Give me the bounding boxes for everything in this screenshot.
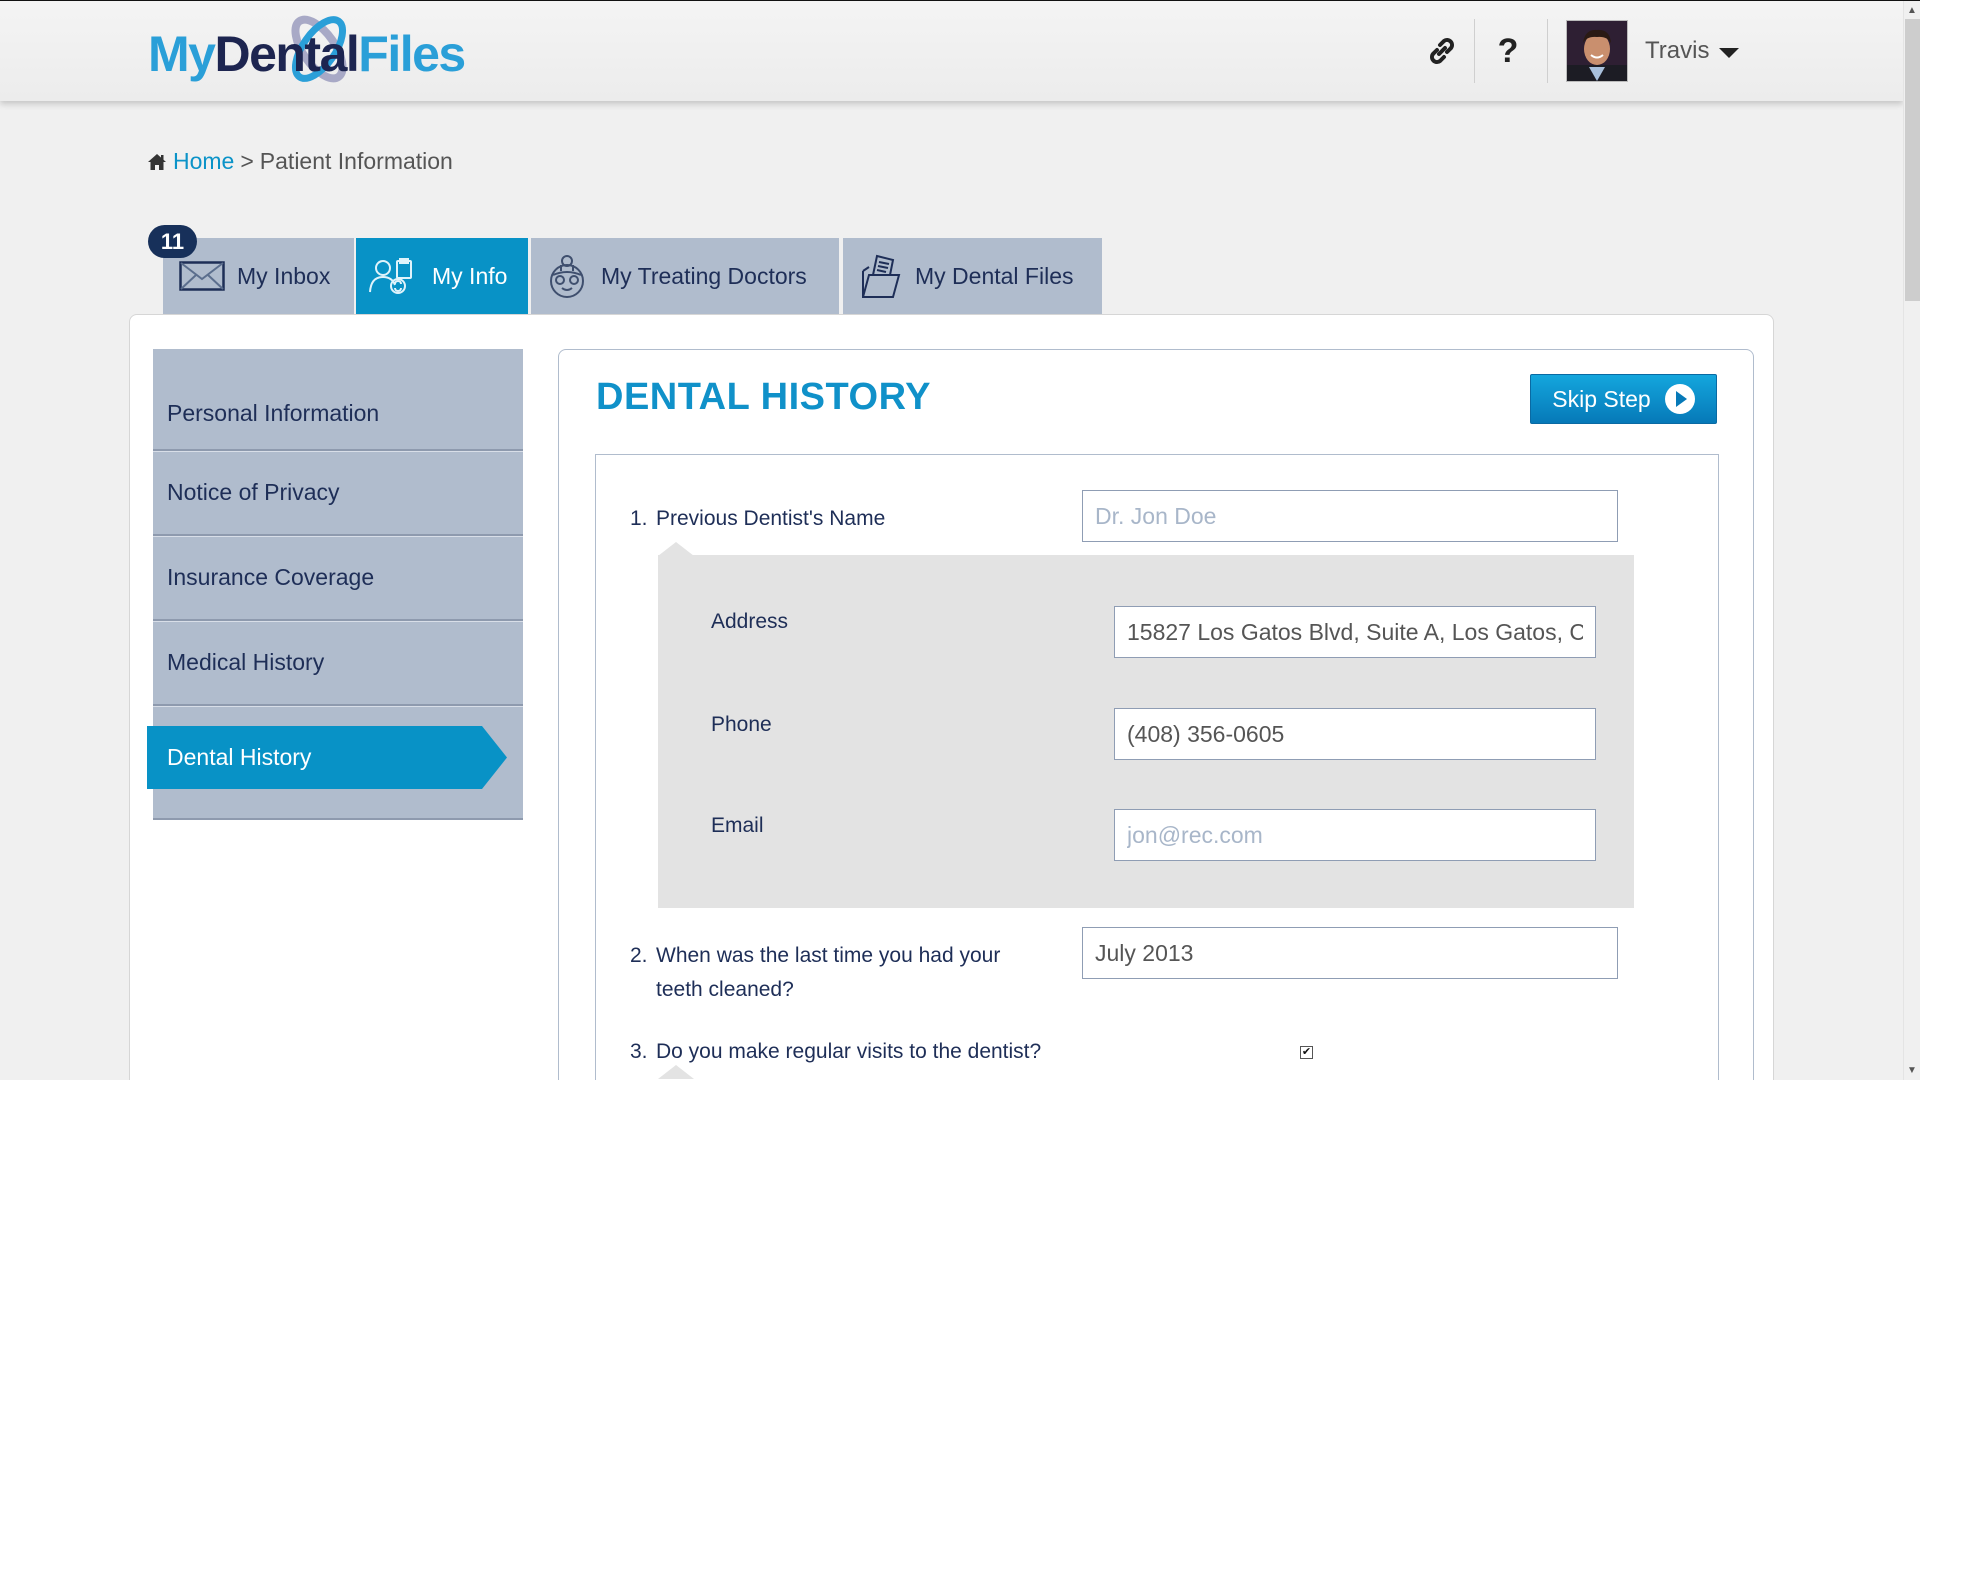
user-info-icon — [369, 258, 412, 294]
logo-text: MyDentalFiles — [148, 25, 466, 83]
tab-my-dental-files[interactable]: My Dental Files — [843, 238, 1102, 314]
breadcrumb: Home > Patient Information — [147, 148, 453, 175]
link-icon — [1430, 38, 1454, 64]
sidebar-item-label: Medical History — [167, 649, 325, 675]
email-input[interactable] — [1114, 809, 1596, 861]
sidebar-item-label: Insurance Coverage — [167, 564, 375, 590]
tab-label: My Dental Files — [915, 262, 1074, 289]
header-divider — [1474, 19, 1475, 83]
question-1-label: 1. Previous Dentist's Name — [630, 502, 885, 536]
help-icon: ? — [1497, 31, 1519, 70]
sidebar-item-label: Personal Information — [167, 399, 380, 426]
page-title: DENTAL HISTORY — [596, 376, 931, 418]
phone-input[interactable] — [1114, 708, 1596, 760]
inbox-count-badge: 11 — [148, 225, 197, 258]
question-3-label: 3. Do you make regular visits to the dent… — [630, 1035, 1041, 1069]
link-button[interactable] — [1422, 31, 1462, 71]
dropdown-caret-icon[interactable] — [1719, 48, 1739, 58]
sidebar-item-label: Dental History — [167, 744, 312, 770]
question-number: 3. — [630, 1040, 648, 1063]
scroll-up-icon[interactable]: ▲ — [1904, 3, 1920, 19]
sidebar-item-notice-of-privacy[interactable]: Notice of Privacy — [153, 451, 523, 536]
envelope-icon — [179, 261, 225, 291]
user-name[interactable]: Travis — [1645, 37, 1709, 65]
sidebar-item-personal-information[interactable]: Personal Information — [153, 349, 523, 451]
address-label: Address — [711, 610, 789, 633]
callout-notch — [658, 542, 694, 556]
tab-label: My Treating Doctors — [601, 262, 807, 289]
question-text: When was the last time you had your — [656, 944, 1001, 967]
browser-viewport: MyDentalFiles ? Travis Home > Patient In… — [0, 0, 1920, 1080]
dental-history-card: DENTAL HISTORY Skip Step 1. Previous Dent… — [558, 349, 1754, 1080]
callout-notch — [658, 1065, 694, 1079]
address-input[interactable] — [1114, 606, 1596, 658]
question-text-line2: teeth cleaned? — [656, 978, 794, 1001]
tab-my-treating-doctors[interactable]: My Treating Doctors — [531, 238, 839, 314]
sidebar: Personal Information Notice of Privacy I… — [147, 349, 523, 820]
tab-label: My Inbox — [237, 262, 331, 289]
doctor-icon — [550, 255, 584, 298]
logo-part-my: My — [148, 26, 216, 82]
logo-part-files: Files — [358, 26, 466, 82]
breadcrumb-separator: > — [240, 148, 254, 174]
question-text: Do you make regular visits to the dentis… — [656, 1040, 1042, 1063]
vertical-scrollbar[interactable]: ▲ ▼ — [1903, 1, 1920, 1080]
play-arrow-icon — [1664, 384, 1695, 414]
sidebar-item-medical-history[interactable]: Medical History — [153, 621, 523, 706]
header-divider — [1547, 19, 1548, 83]
sidebar-item-insurance-coverage[interactable]: Insurance Coverage — [153, 536, 523, 621]
help-button[interactable]: ? — [1492, 31, 1524, 71]
dentist-details-panel: Address Phone Email — [658, 555, 1634, 908]
logo-part-dental: Dental — [214, 26, 359, 82]
skip-step-button[interactable]: Skip Step — [1530, 374, 1717, 424]
email-label: Email — [711, 814, 764, 837]
scroll-down-icon[interactable]: ▼ — [1904, 1063, 1920, 1079]
folder-files-icon — [862, 254, 901, 298]
phone-label: Phone — [711, 713, 772, 736]
sidebar-item-dental-history[interactable]: Dental History — [147, 726, 507, 789]
regular-visits-checkbox[interactable]: ✔ — [1300, 1046, 1313, 1059]
sidebar-item-label: Notice of Privacy — [167, 479, 340, 505]
breadcrumb-home-link[interactable]: Home — [173, 148, 234, 175]
tab-my-info[interactable]: My Info — [356, 238, 528, 314]
avatar[interactable] — [1566, 20, 1628, 82]
question-2-label: 2. When was the last time you had your te… — [630, 939, 1000, 1007]
scrollbar-thumb[interactable] — [1905, 19, 1920, 301]
tab-label: My Info — [432, 262, 508, 289]
top-header: MyDentalFiles ? Travis — [0, 1, 1903, 101]
last-cleaning-input[interactable] — [1082, 927, 1618, 979]
question-text: Previous Dentist's Name — [656, 507, 886, 530]
breadcrumb-current: Patient Information — [259, 148, 453, 174]
question-number: 2. — [630, 944, 648, 967]
skip-step-label: Skip Step — [1552, 385, 1651, 412]
home-icon — [148, 153, 166, 170]
previous-dentist-name-input[interactable] — [1082, 490, 1618, 542]
question-list: 1. Previous Dentist's Name Address Phone … — [595, 454, 1719, 1080]
user-photo-icon — [1567, 21, 1627, 81]
logo[interactable]: MyDentalFiles — [146, 11, 486, 87]
question-number: 1. — [630, 507, 648, 530]
